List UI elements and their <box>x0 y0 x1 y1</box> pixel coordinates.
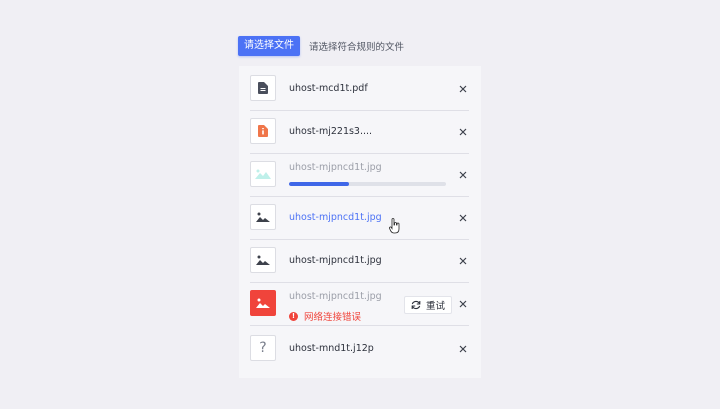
file-list: uhost-mcd1t.pdf uhost-mj221s3.... uhost-… <box>239 66 481 378</box>
remove-file-icon[interactable] <box>457 83 469 95</box>
remove-file-icon[interactable] <box>457 126 469 138</box>
remove-file-icon[interactable] <box>457 169 469 181</box>
retry-label: 重试 <box>426 301 446 312</box>
remove-file-icon[interactable] <box>457 255 469 267</box>
retry-button[interactable]: 重试 <box>404 296 453 314</box>
file-item[interactable]: uhost-mjpncd1t.jpg <box>250 197 469 240</box>
divider <box>250 325 469 326</box>
archive-file-icon <box>250 118 276 144</box>
question-mark-glyph: ? <box>259 340 267 356</box>
upload-toolbar: 请选择文件 请选择符合规则的文件 <box>238 36 404 56</box>
file-item: uhost-mjpncd1t.jpg <box>250 154 469 197</box>
upload-error: ! 网络连接错误 <box>289 309 361 323</box>
file-item: uhost-mjpncd1t.jpg ! 网络连接错误 重试 <box>250 283 469 326</box>
select-file-button[interactable]: 请选择文件 <box>238 36 300 56</box>
image-icon <box>250 204 276 230</box>
error-icon: ! <box>289 311 298 321</box>
file-name: uhost-mj221s3.... <box>289 126 373 137</box>
file-item: uhost-mj221s3.... <box>250 111 469 154</box>
refresh-icon <box>411 300 421 310</box>
upload-progress-fill <box>289 182 349 186</box>
unknown-file-icon: ? <box>250 335 276 361</box>
file-name: uhost-mjpncd1t.jpg <box>289 291 382 302</box>
file-item: ? uhost-mnd1t.j12p <box>250 328 469 371</box>
image-loading-icon <box>250 161 276 187</box>
file-name: uhost-mjpncd1t.jpg <box>289 162 382 173</box>
file-name-link[interactable]: uhost-mjpncd1t.jpg <box>289 212 382 223</box>
file-name: uhost-mcd1t.pdf <box>289 83 368 94</box>
remove-file-icon[interactable] <box>457 212 469 224</box>
remove-file-icon[interactable] <box>457 343 469 355</box>
remove-file-icon[interactable] <box>457 298 469 310</box>
image-error-icon <box>250 290 276 316</box>
file-name: uhost-mjpncd1t.jpg <box>289 255 382 266</box>
file-name: uhost-mnd1t.j12p <box>289 343 374 354</box>
image-icon <box>250 247 276 273</box>
file-item: uhost-mjpncd1t.jpg <box>250 240 469 283</box>
error-text: 网络连接错误 <box>304 312 362 323</box>
pdf-file-icon <box>250 75 276 101</box>
file-item: uhost-mcd1t.pdf <box>250 68 469 111</box>
upload-hint: 请选择符合规则的文件 <box>309 42 405 53</box>
upload-progress <box>289 182 446 186</box>
hand-pointer-icon <box>389 218 400 234</box>
